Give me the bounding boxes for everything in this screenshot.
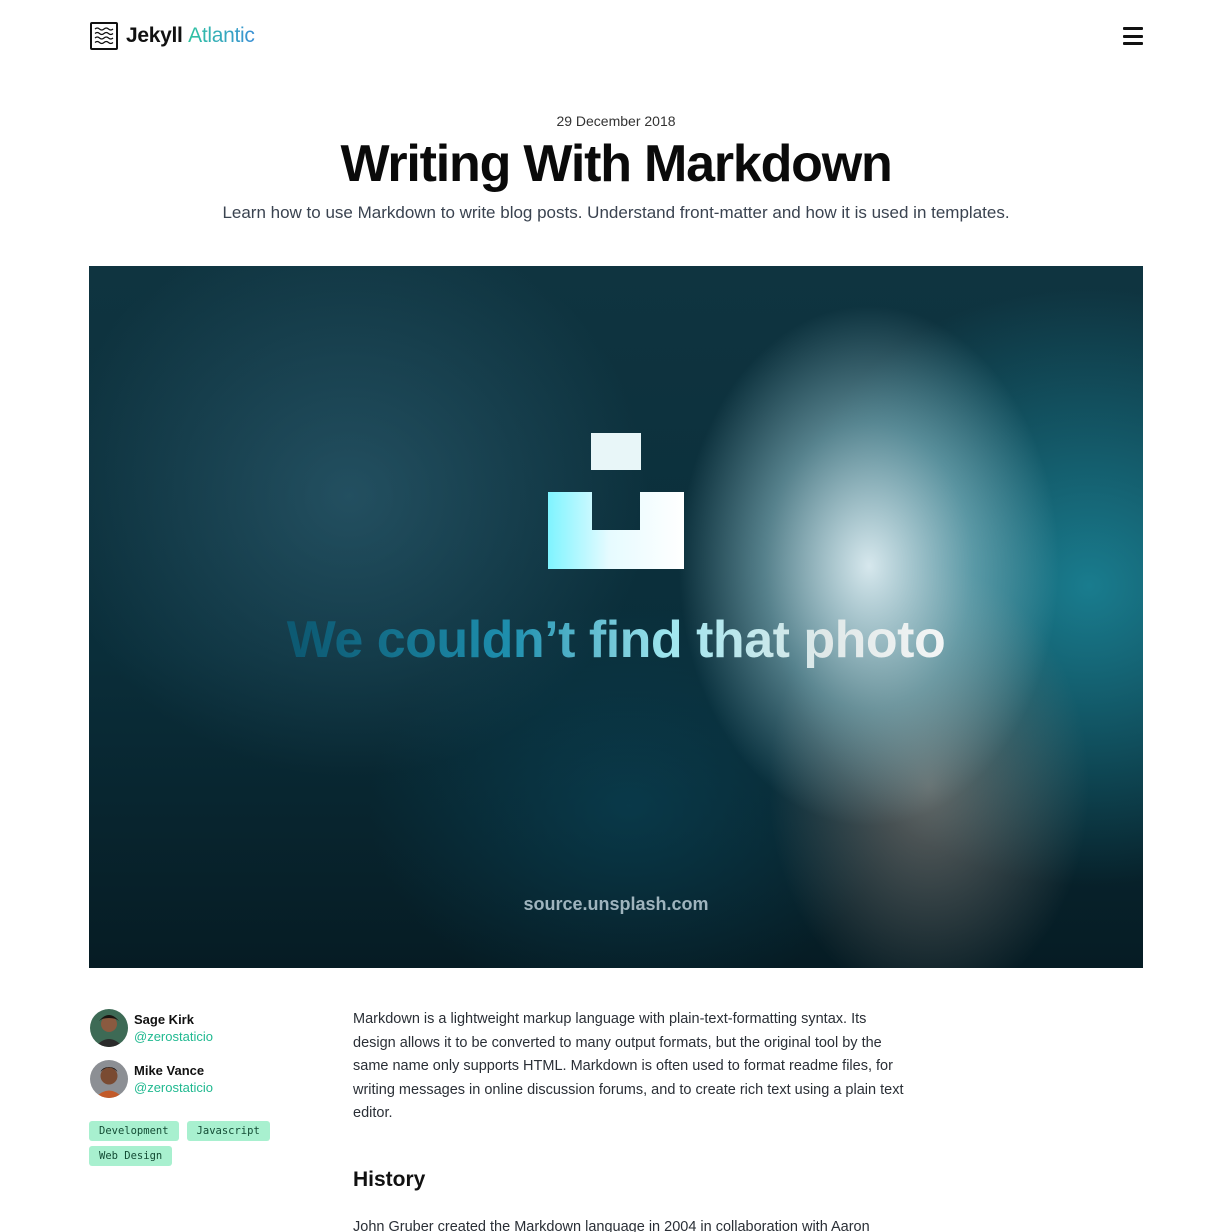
- author-card[interactable]: Mike Vance @zerostaticio: [90, 1060, 320, 1098]
- post-subtitle: Learn how to use Markdown to write blog …: [222, 203, 1010, 222]
- author-name: Sage Kirk: [134, 1011, 194, 1027]
- tag-web-design[interactable]: Web Design: [89, 1146, 173, 1166]
- avatar: [90, 1060, 128, 1098]
- unsplash-logo-icon: [548, 433, 684, 569]
- tag-list: Development Javascript Web Design: [89, 1121, 289, 1166]
- article-body: Markdown is a lightweight markup languag…: [353, 1008, 908, 1232]
- history-paragraph: John Gruber created the Markdown languag…: [353, 1218, 870, 1232]
- post-date: 29 December 2018: [556, 113, 676, 129]
- author-handle[interactable]: @zerostaticio: [134, 1079, 213, 1096]
- hero-error-message: We couldn’t find that photo: [89, 610, 1143, 670]
- author-handle[interactable]: @zerostaticio: [134, 1028, 213, 1045]
- brand-secondary: Atlantic: [188, 24, 255, 47]
- site-header: Jekyll Atlantic: [90, 20, 1143, 52]
- hero-source-label: source.unsplash.com: [523, 894, 709, 914]
- brand-primary: Jekyll: [126, 24, 183, 47]
- brand-logo-link[interactable]: Jekyll Atlantic: [90, 22, 255, 50]
- hamburger-menu-icon[interactable]: [1123, 27, 1143, 45]
- article-intro: Markdown is a lightweight markup languag…: [353, 1011, 904, 1121]
- author-list: Sage Kirk @zerostaticio Mike Vance @zero…: [90, 1009, 320, 1111]
- post-title: Writing With Markdown: [340, 135, 892, 193]
- history-heading: History: [353, 1167, 426, 1191]
- waves-logo-icon: [90, 22, 118, 50]
- avatar: [90, 1009, 128, 1047]
- author-card[interactable]: Sage Kirk @zerostaticio: [90, 1009, 320, 1047]
- hero-image: We couldn’t find that photo source.unspl…: [89, 266, 1143, 968]
- tag-javascript[interactable]: Javascript: [186, 1121, 270, 1141]
- author-name: Mike Vance: [134, 1062, 205, 1078]
- brand-name: Jekyll Atlantic: [126, 24, 255, 48]
- tag-development[interactable]: Development: [89, 1121, 179, 1141]
